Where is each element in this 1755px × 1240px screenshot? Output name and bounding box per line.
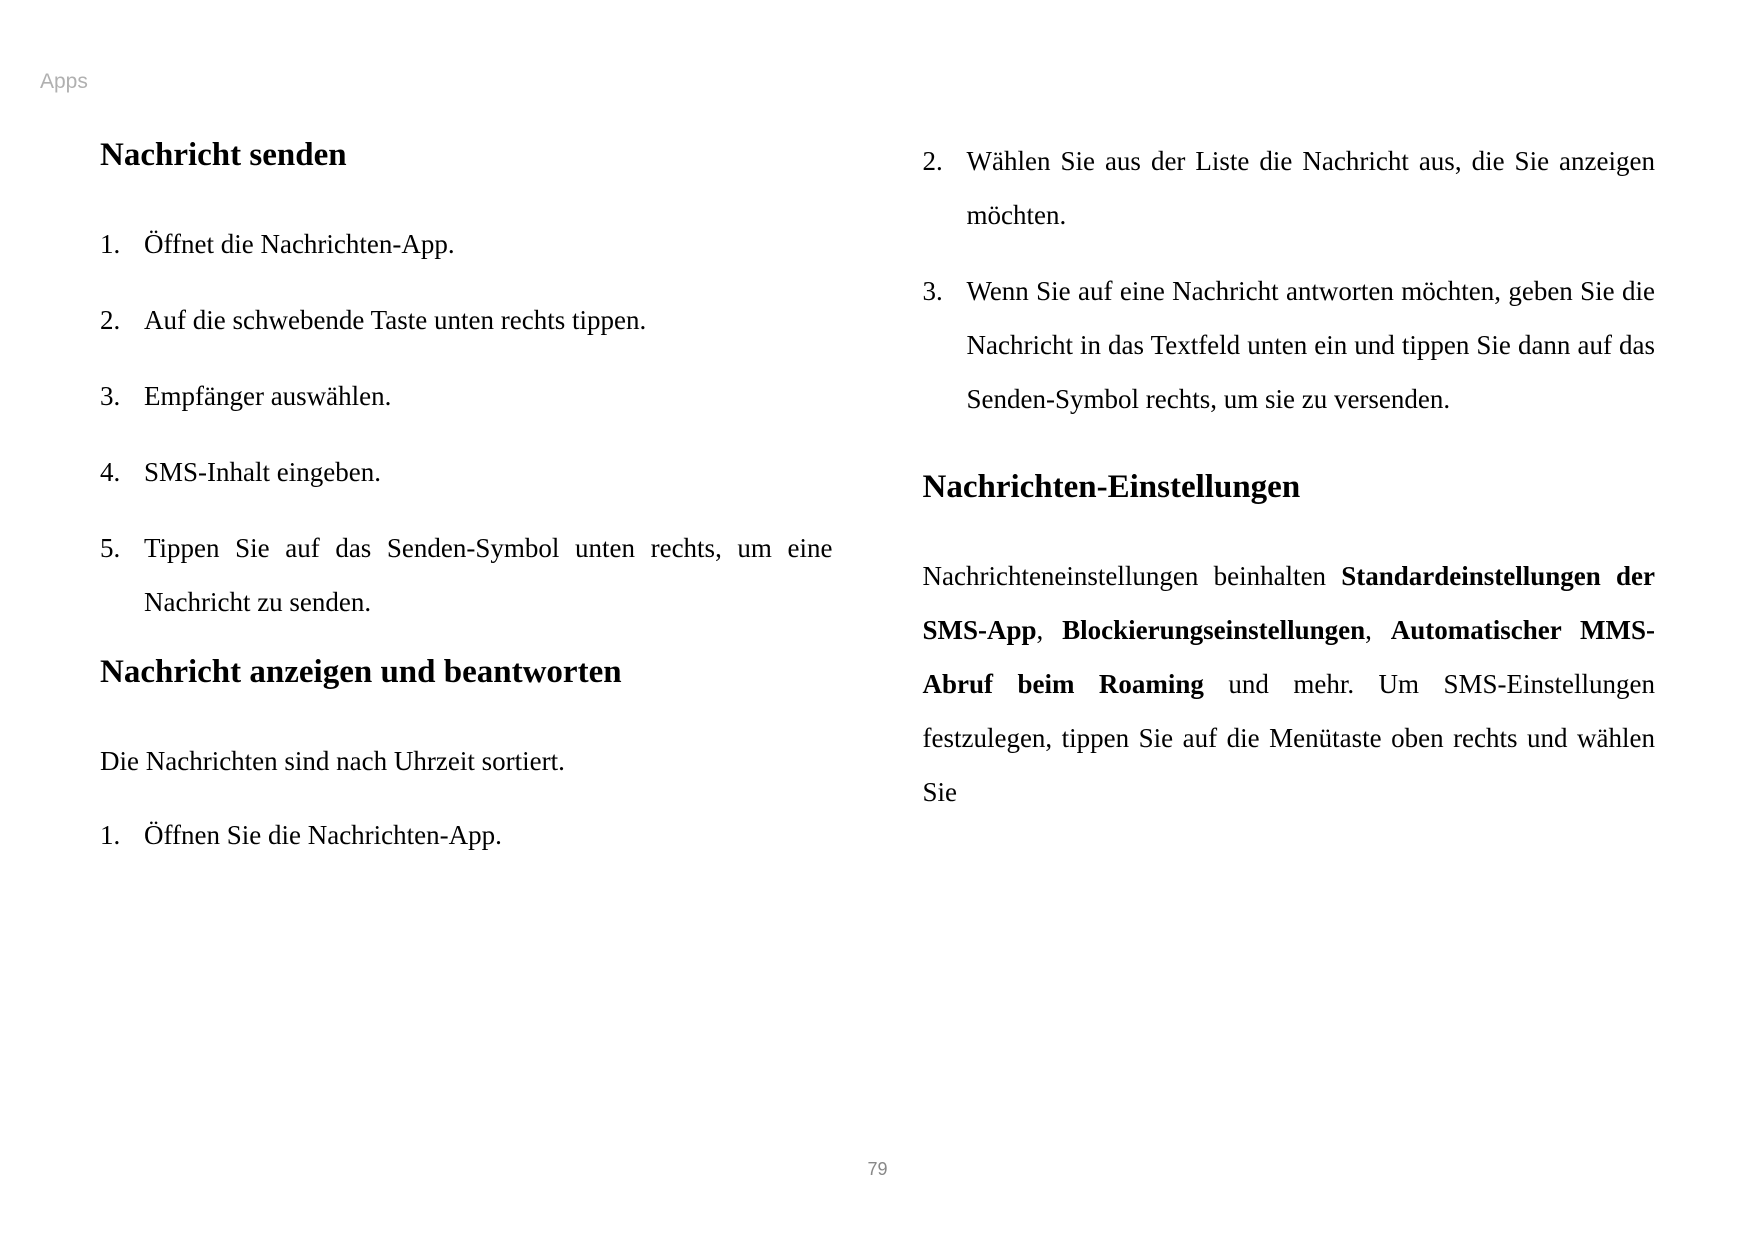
list-item: Tippen Sie auf das Senden-Symbol unten r…	[100, 521, 833, 629]
list-item: Auf die schwebende Taste unten rechts ti…	[100, 293, 833, 347]
send-message-steps: Öffnet die Nachrichten-App. Auf die schw…	[100, 217, 833, 629]
text-run: ,	[1365, 615, 1391, 645]
document-page: Apps Nachricht senden Öffnet die Nachric…	[0, 0, 1755, 1240]
list-item: Wenn Sie auf eine Nachricht antworten mö…	[923, 264, 1656, 426]
view-reply-steps-part1: Öffnen Sie die Nachrichten-App.	[100, 808, 833, 862]
heading-message-settings: Nachrichten-Einstellungen	[923, 466, 1656, 509]
list-item: Öffnet die Nachrichten-App.	[100, 217, 833, 271]
section-header: Apps	[40, 70, 1655, 94]
list-item: SMS-Inhalt eingeben.	[100, 445, 833, 499]
heading-send-message: Nachricht senden	[100, 134, 833, 177]
left-column: Nachricht senden Öffnet die Nachrichten-…	[100, 134, 833, 1139]
list-item: Empfänger auswählen.	[100, 369, 833, 423]
settings-paragraph: Nachrichteneinstellungen beinhalten Stan…	[923, 549, 1656, 819]
right-column: Wählen Sie aus der Liste die Nachricht a…	[923, 134, 1656, 1139]
list-item: Wählen Sie aus der Liste die Nachricht a…	[923, 134, 1656, 242]
text-run: ,	[1037, 615, 1063, 645]
view-reply-steps-part2: Wählen Sie aus der Liste die Nachricht a…	[923, 134, 1656, 426]
content-columns: Nachricht senden Öffnet die Nachrichten-…	[100, 134, 1655, 1139]
page-number: 79	[100, 1139, 1655, 1180]
text-run: Nachrichteneinstellungen beinhalten	[923, 561, 1342, 591]
heading-view-reply: Nachricht anzeigen und beantworten	[100, 651, 833, 694]
sort-note: Die Nachrichten sind nach Uhrzeit sortie…	[100, 734, 833, 788]
bold-term: Blockierungseinstellungen	[1062, 615, 1365, 645]
list-item: Öffnen Sie die Nachrichten-App.	[100, 808, 833, 862]
